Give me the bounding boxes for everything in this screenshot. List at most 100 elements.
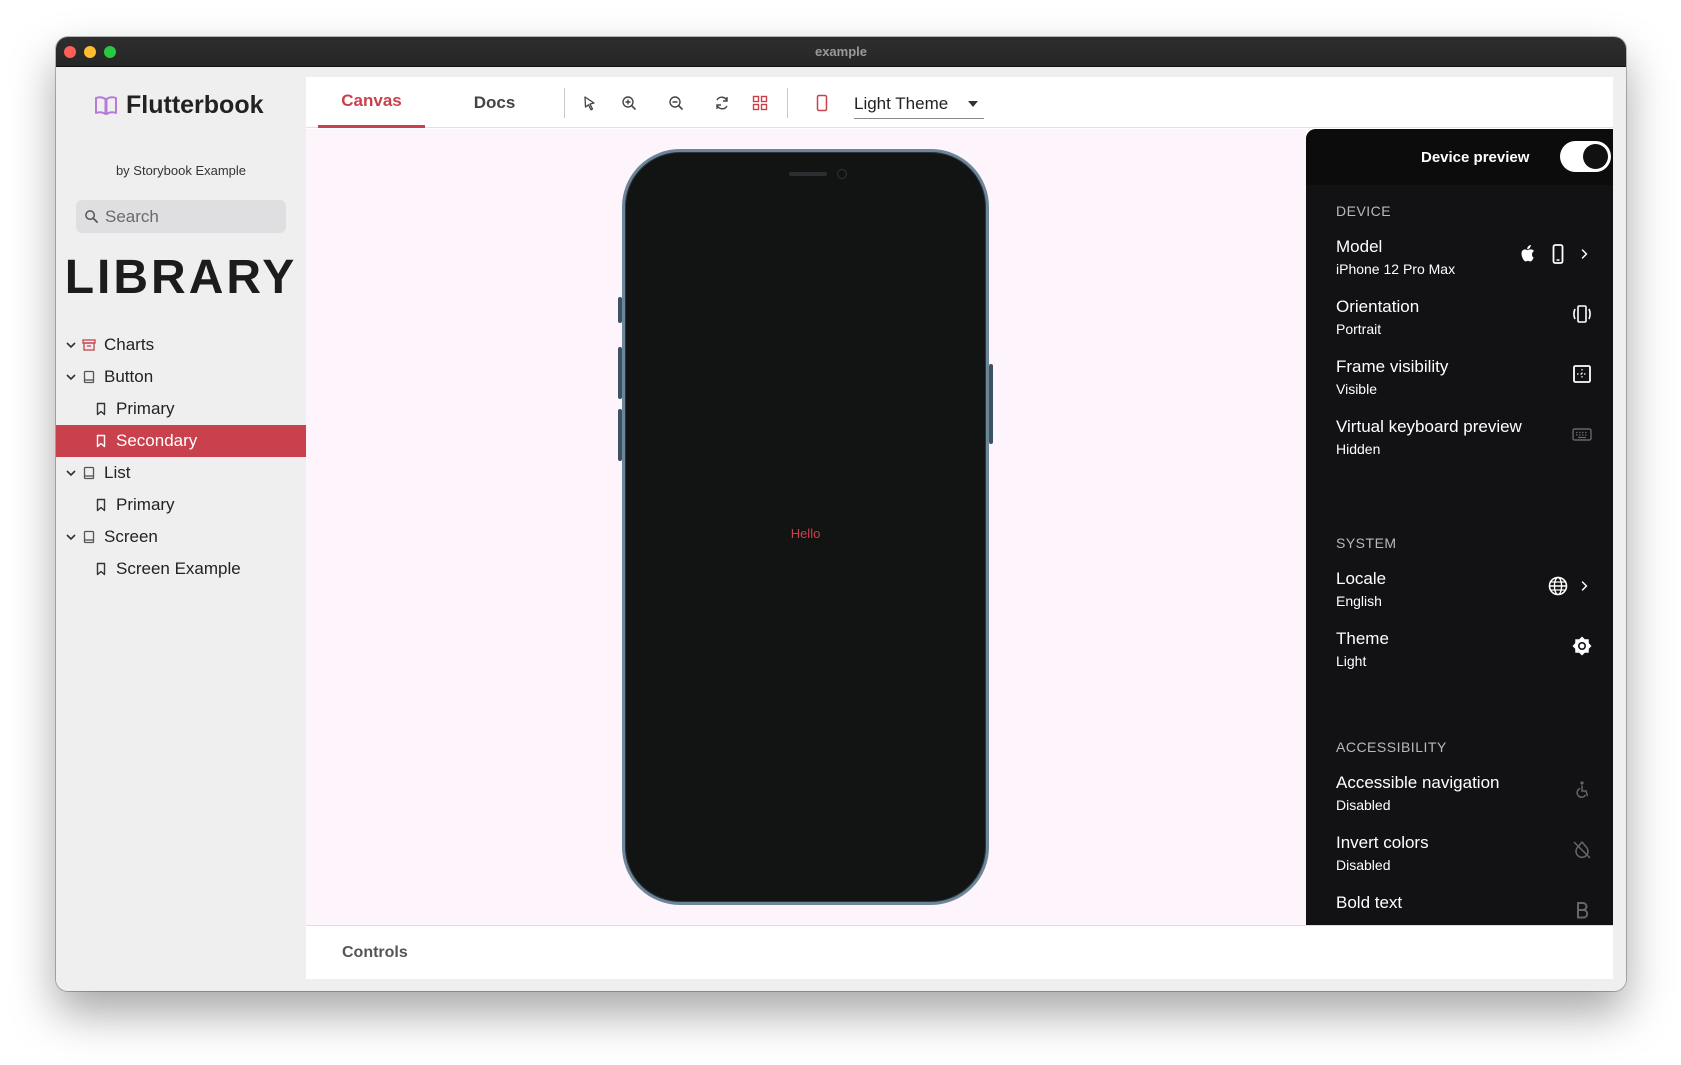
option-value: Visible <box>1336 381 1377 397</box>
option-value: Disabled <box>1336 857 1391 873</box>
canvas-area[interactable]: Hello <box>306 129 1306 925</box>
toolbar-divider <box>564 88 565 118</box>
section-accessibility: ACCESSIBILITY <box>1336 739 1447 755</box>
open-book-icon <box>95 95 117 115</box>
tree-item-list[interactable]: List <box>56 457 306 489</box>
window-title: example <box>814 44 868 59</box>
device-preview-button[interactable] <box>811 92 833 114</box>
option-title: Model <box>1336 237 1383 256</box>
option-locale[interactable]: Locale English <box>1306 563 1613 619</box>
select-cursor-icon <box>584 96 595 111</box>
option-title: Theme <box>1336 629 1389 648</box>
refresh-icon <box>716 96 728 110</box>
title-bar[interactable]: example <box>56 37 1626 67</box>
theme-dropdown[interactable]: Light Theme <box>854 89 984 119</box>
search-input[interactable] <box>105 206 275 227</box>
component-icon <box>83 466 95 480</box>
globe-icon <box>1548 576 1568 596</box>
apple-icon <box>1521 245 1534 262</box>
tree-item-label: Primary <box>116 495 175 514</box>
controls-panel[interactable]: Controls <box>306 925 1613 979</box>
option-model[interactable]: Model iPhone 12 Pro Max <box>1306 231 1613 287</box>
controls-label: Controls <box>342 944 408 961</box>
option-icons <box>1571 303 1593 325</box>
option-icons <box>1571 779 1593 801</box>
tree-item-screen-example[interactable]: Screen Example <box>56 553 306 585</box>
option-icons <box>1571 423 1593 445</box>
option-value: iPhone 12 Pro Max <box>1336 261 1456 277</box>
select-tool-button[interactable] <box>579 92 601 114</box>
tree-item-button-primary[interactable]: Primary <box>56 393 306 425</box>
phone-camera <box>837 169 847 179</box>
zoom-in-icon <box>622 96 637 111</box>
zoom-out-button[interactable] <box>665 92 687 114</box>
option-title: Virtual keyboard preview <box>1336 417 1522 436</box>
phone-icon <box>1552 244 1564 264</box>
phone-mute-switch <box>618 297 622 323</box>
device-preview-toggle[interactable] <box>1560 141 1611 172</box>
option-theme[interactable]: Theme Light <box>1306 623 1613 679</box>
grid-icon <box>752 95 768 111</box>
option-title: Invert colors <box>1336 833 1429 852</box>
chevron-down-icon <box>66 470 76 477</box>
device-preview-label: Device preview <box>1421 149 1530 166</box>
section-device: DEVICE <box>1336 203 1392 219</box>
tree-item-label: Charts <box>104 335 155 354</box>
tree-item-label: Button <box>104 367 154 386</box>
tab-canvas[interactable]: Canvas <box>318 77 425 128</box>
option-title: Accessible navigation <box>1336 773 1500 792</box>
grid-toggle-button[interactable] <box>749 92 771 114</box>
phone-volume-up <box>618 347 622 399</box>
brand-subtitle: by Storybook Example <box>115 163 247 178</box>
reset-zoom-button[interactable] <box>711 92 733 114</box>
option-bold-text[interactable]: Bold text <box>1306 887 1613 925</box>
option-icons <box>1547 575 1593 597</box>
sidebar: Flutterbook by Storybook Example LIBRARY <box>56 67 306 991</box>
option-icons <box>1571 635 1593 657</box>
option-virtual-keyboard[interactable]: Virtual keyboard preview Hidden <box>1306 411 1613 467</box>
tree-item-charts[interactable]: Charts <box>56 329 306 361</box>
toolbar: Canvas Docs Light Theme <box>306 77 1613 128</box>
option-frame-visibility[interactable]: Frame visibility Visible <box>1306 351 1613 407</box>
app-content: Flutterbook by Storybook Example LIBRARY <box>56 67 1626 991</box>
zoom-in-button[interactable] <box>618 92 640 114</box>
phone-power-button <box>989 364 993 444</box>
brand-title: Flutterbook <box>126 91 264 119</box>
keyboard-icon <box>1572 428 1592 441</box>
bookmark-icon <box>96 434 106 448</box>
option-title: Bold text <box>1336 893 1403 912</box>
device-preview-header: Device preview <box>1306 129 1613 185</box>
frame-border-icon <box>1573 365 1591 383</box>
option-icons <box>1571 899 1593 921</box>
tree-item-list-primary[interactable]: Primary <box>56 489 306 521</box>
tab-docs[interactable]: Docs <box>441 77 548 128</box>
tree-item-button-secondary[interactable]: Secondary <box>56 425 306 457</box>
option-invert-colors[interactable]: Invert colors Disabled <box>1306 827 1613 883</box>
option-value: Disabled <box>1336 797 1391 813</box>
option-orientation[interactable]: Orientation Portrait <box>1306 291 1613 347</box>
option-accessible-navigation[interactable]: Accessible navigation Disabled <box>1306 767 1613 823</box>
tree-item-button[interactable]: Button <box>56 361 306 393</box>
tree-item-label: Screen Example <box>116 559 241 578</box>
option-title: Locale <box>1336 569 1387 588</box>
chevron-right-icon <box>1581 581 1588 591</box>
invert-colors-off-icon <box>1573 840 1591 859</box>
option-icons <box>1571 363 1593 385</box>
chevron-down-icon <box>66 374 76 381</box>
option-title: Frame visibility <box>1336 357 1449 376</box>
device-frame-icon <box>816 94 828 112</box>
bookmark-icon <box>96 402 106 416</box>
story-tree: Charts Button Primary Secondary List Pri… <box>56 329 306 585</box>
phone-frame: Hello <box>618 149 993 905</box>
preview-hello-text: Hello <box>790 526 821 541</box>
option-icons <box>1517 243 1593 265</box>
tree-item-screen[interactable]: Screen <box>56 521 306 553</box>
brightness-icon <box>1572 636 1592 656</box>
component-icon <box>83 370 95 384</box>
search-box[interactable] <box>76 200 286 233</box>
chevron-down-icon <box>66 534 76 541</box>
phone-speaker <box>789 172 827 176</box>
option-value: Light <box>1336 653 1367 669</box>
device-preview-panel: Device preview DEVICE Model iPhone 12 Pr… <box>1306 129 1613 925</box>
dropdown-arrow-icon <box>968 100 978 107</box>
